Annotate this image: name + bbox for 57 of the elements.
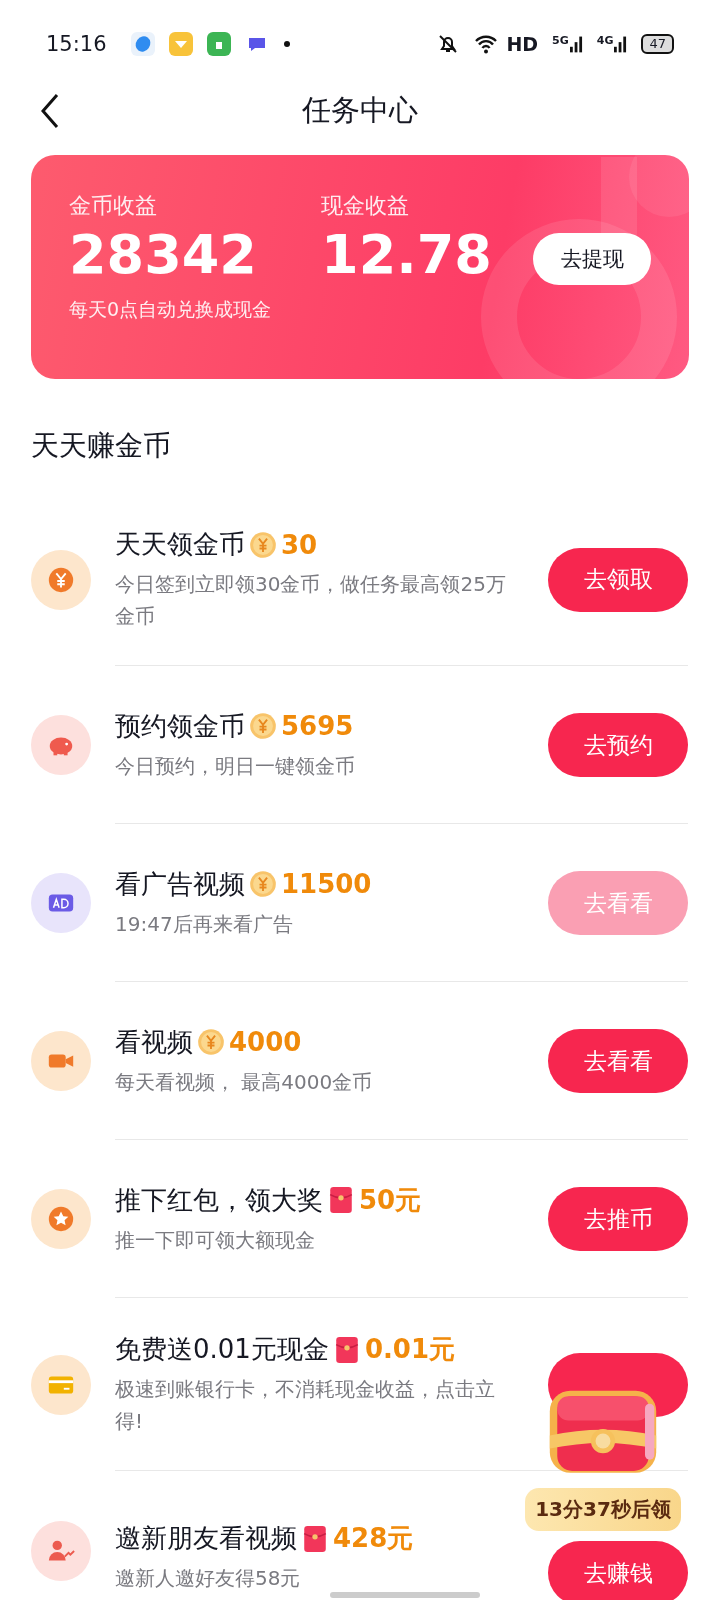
video-camera-icon xyxy=(31,1031,91,1091)
task-title: 看广告视频 xyxy=(115,867,245,901)
reward-amount: 428元 xyxy=(333,1522,414,1555)
cash-earnings-label: 现金收益 xyxy=(321,192,411,220)
coin-icon xyxy=(249,530,277,559)
task-button[interactable]: 去推币 xyxy=(548,1187,688,1251)
ad-icon xyxy=(31,873,91,933)
withdraw-button[interactable]: 去提现 xyxy=(533,233,651,285)
task-description: 今日签到立即领30金币，做任务最高领25万金币 xyxy=(115,571,507,630)
task-description: 19:47后再来看广告 xyxy=(115,910,294,938)
task-title: 邀新朋友看视频 xyxy=(115,1522,297,1555)
piggy-bank-icon xyxy=(31,715,91,775)
task-description: 今日预约，明日一键领金币 xyxy=(115,752,356,780)
envelope-icon xyxy=(301,1524,329,1553)
task-button[interactable]: 去领取 xyxy=(548,547,688,612)
exchange-note: 每天0点自动兑换成现金 xyxy=(69,297,272,322)
task-description: 极速到账银行卡，不消耗现金收益，点击立得! xyxy=(115,1376,496,1435)
reward-amount: 4000 xyxy=(229,1027,302,1057)
coin-icon xyxy=(249,712,277,740)
task-description: 邀新人邀好友得58元 xyxy=(115,1565,302,1592)
cash-earnings-value: 12.78 xyxy=(321,222,492,288)
reward-amount: 5695 xyxy=(281,711,354,741)
coin-icon xyxy=(249,870,277,898)
signal-icon xyxy=(569,35,583,53)
reward-amount: 30 xyxy=(281,529,318,560)
task-title: 天天领金币 xyxy=(115,528,245,561)
task-title: 推下红包，领大奖 xyxy=(115,1183,323,1217)
battery-level: 47 xyxy=(641,34,674,54)
task-title: 免费送0.01元现金 xyxy=(115,1333,329,1366)
task-button[interactable]: 去预约 xyxy=(548,713,688,777)
task-description: 每天看视频， 最高4000金币 xyxy=(115,1068,374,1096)
coin-earnings-value: 28342 xyxy=(69,222,258,288)
task-description: 推一下即可领大额现金 xyxy=(115,1226,316,1254)
network-type-label: 5G xyxy=(552,35,569,46)
app-icon xyxy=(168,32,193,56)
countdown-badge[interactable]: 13分37秒后领 xyxy=(525,1488,681,1531)
network-type-label: 4G xyxy=(596,35,614,46)
app-icon xyxy=(130,32,155,56)
coin-icon xyxy=(197,1028,225,1056)
section-title: 天天赚金币 xyxy=(31,428,172,464)
task-button[interactable]: 去赚钱 xyxy=(548,1541,688,1600)
envelope-icon xyxy=(327,1186,355,1214)
task-title: 预约领金币 xyxy=(115,709,245,743)
network-label: HD xyxy=(506,33,539,55)
page-title: 任务中心 xyxy=(302,91,418,129)
coin-earnings-label: 金币收益 xyxy=(69,192,158,220)
task-button[interactable]: 去看看 xyxy=(548,1029,688,1093)
back-icon[interactable] xyxy=(40,92,60,129)
status-time: 15:16 xyxy=(46,32,107,56)
reward-amount: 0.01元 xyxy=(364,1333,456,1366)
task-title: 看视频 xyxy=(115,1025,193,1059)
reward-amount: 50元 xyxy=(359,1183,422,1217)
app-icon xyxy=(206,32,231,56)
notification-dot-icon xyxy=(282,40,291,48)
reward-amount: 11500 xyxy=(281,869,372,899)
signal-icon xyxy=(614,35,628,53)
people-icon xyxy=(31,1521,91,1581)
